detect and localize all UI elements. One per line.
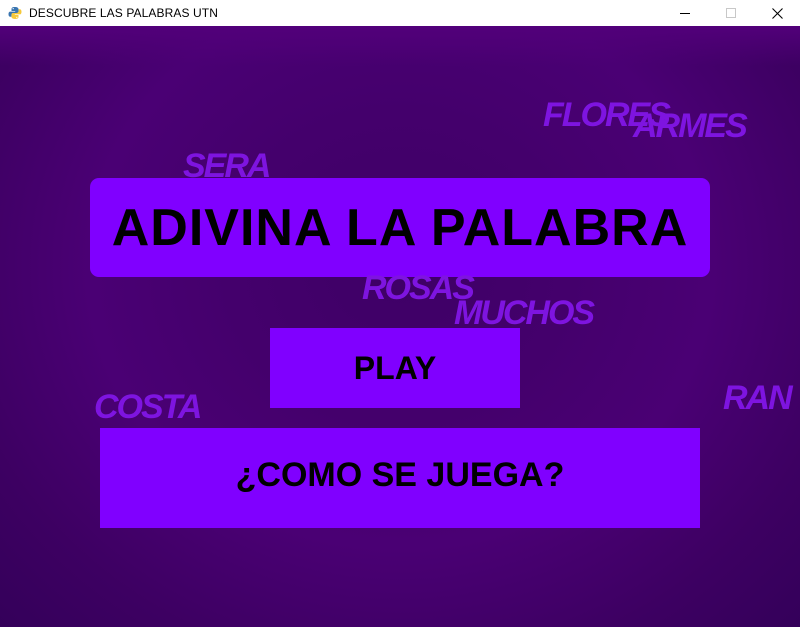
app-window: DESCUBRE LAS PALABRAS UTN FLORES ARMES S… — [0, 0, 800, 627]
how-to-play-button[interactable]: ¿COMO SE JUEGA? — [100, 428, 700, 528]
play-button-label: PLAY — [353, 349, 437, 386]
window-controls — [662, 0, 800, 26]
floating-word: ARMES — [633, 107, 748, 145]
maximize-button[interactable] — [708, 0, 754, 26]
title-bar[interactable]: DESCUBRE LAS PALABRAS UTN — [0, 0, 800, 26]
maximize-icon — [726, 8, 736, 18]
how-to-play-label: ¿COMO SE JUEGA? — [235, 455, 565, 494]
game-title-banner: ADIVINA LA PALABRA — [90, 178, 710, 277]
game-title: ADIVINA LA PALABRA — [111, 198, 689, 257]
close-button[interactable] — [754, 0, 800, 26]
floating-word: RAN — [723, 379, 793, 417]
play-button[interactable]: PLAY — [270, 328, 520, 408]
close-icon — [771, 7, 783, 19]
game-canvas[interactable]: FLORES ARMES SERA ADIVINA LA PALABRA ROS… — [0, 26, 800, 627]
python-icon — [8, 6, 22, 20]
floating-word: COSTA — [94, 388, 202, 426]
window-title: DESCUBRE LAS PALABRAS UTN — [29, 6, 218, 20]
minimize-button[interactable] — [662, 0, 708, 26]
minimize-icon — [680, 13, 690, 14]
floating-word: MUCHOS — [454, 294, 595, 332]
